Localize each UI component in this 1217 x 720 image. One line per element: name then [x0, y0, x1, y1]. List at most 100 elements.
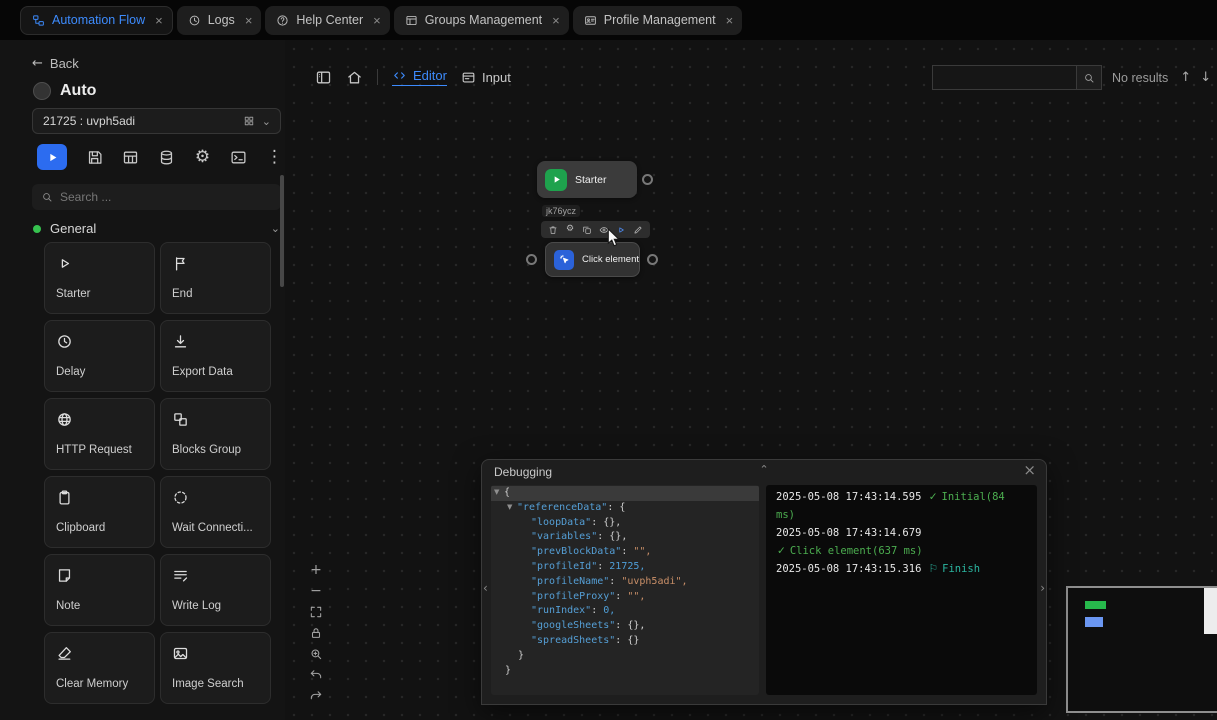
- close-icon[interactable]: ×: [1023, 463, 1036, 478]
- canvas-zoom-toolbar: +−: [308, 562, 324, 703]
- tab-help-center[interactable]: Help Center×: [265, 6, 389, 35]
- flow-title: Auto: [60, 82, 96, 100]
- check-icon: ✓: [929, 491, 938, 503]
- preview-page-strip: [1204, 588, 1217, 634]
- panel-resize-left-icon[interactable]: ‹: [483, 582, 488, 594]
- block-card-clear-memory[interactable]: Clear Memory: [44, 632, 155, 704]
- collapse-arrow-icon[interactable]: ▼: [507, 504, 517, 511]
- tab-logs[interactable]: Logs ×: [177, 6, 262, 35]
- zoom-in-button[interactable]: +: [308, 562, 324, 577]
- fit-view-button[interactable]: [308, 604, 324, 619]
- canvas-search-input[interactable]: [932, 65, 1077, 90]
- image-icon: [172, 645, 189, 662]
- search-button[interactable]: [1077, 65, 1102, 90]
- tab-label: Logs: [208, 13, 235, 27]
- block-search-input[interactable]: [60, 190, 272, 204]
- tab-editor[interactable]: Editor: [392, 68, 447, 86]
- copy-icon[interactable]: [582, 225, 592, 235]
- port-click-out[interactable]: [647, 254, 658, 265]
- port-starter-out[interactable]: [642, 174, 653, 185]
- profile-select[interactable]: 21725 : uvph5adi ⌄: [32, 108, 281, 134]
- block-card-clipboard[interactable]: Clipboard: [44, 476, 155, 548]
- run-button[interactable]: [37, 144, 67, 170]
- browser-preview[interactable]: [1066, 586, 1217, 713]
- sidebar-toggle-icon[interactable]: [315, 69, 332, 86]
- block-card-image-search[interactable]: Image Search: [160, 632, 271, 704]
- more-button[interactable]: ⋮: [266, 149, 283, 166]
- gear-icon[interactable]: ⚙: [565, 225, 575, 235]
- search-results-label: No results: [1112, 71, 1168, 85]
- tab-input[interactable]: Input: [461, 70, 511, 85]
- prev-result-icon[interactable]: ↑: [1180, 71, 1191, 84]
- flow-canvas[interactable]: Editor Input No results ↑ ↓ +− Starter j…: [285, 40, 1217, 720]
- sidebar-scrollbar[interactable]: [280, 175, 284, 287]
- table-button[interactable]: [122, 149, 139, 166]
- block-label: Blocks Group: [172, 444, 259, 456]
- zoom-search-icon: [309, 647, 323, 661]
- block-card-export-data[interactable]: Export Data: [160, 320, 271, 392]
- back-label: Back: [50, 56, 79, 71]
- tab-automation-flow[interactable]: Automation Flow×: [20, 6, 173, 35]
- search-icon: [1083, 72, 1095, 84]
- node-starter[interactable]: Starter: [537, 161, 637, 198]
- grid-icon: [243, 115, 255, 127]
- trash-icon[interactable]: [548, 225, 558, 235]
- lock-button[interactable]: [308, 625, 324, 640]
- settings-button[interactable]: ⚙: [194, 149, 211, 166]
- node-click-element[interactable]: Click element: [545, 242, 640, 277]
- json-line: "prevBlockData": "",: [491, 545, 759, 560]
- block-card-wait-connecti[interactable]: Wait Connecti...: [160, 476, 271, 548]
- tab-bar: Automation Flow×Logs×Help Center×Groups …: [0, 0, 1217, 40]
- eye-icon[interactable]: [599, 225, 609, 235]
- log-line: 2025-05-08 17:43:14.595 ✓Initial(84 ms): [776, 488, 1027, 524]
- block-card-http-request[interactable]: HTTP Request: [44, 398, 155, 470]
- tab-close-icon[interactable]: ×: [155, 13, 163, 28]
- block-label: Image Search: [172, 678, 259, 690]
- loader-icon: [172, 489, 189, 506]
- redo-button[interactable]: [308, 688, 324, 703]
- tab-close-icon[interactable]: ×: [552, 13, 560, 28]
- block-card-delay[interactable]: Delay: [44, 320, 155, 392]
- collapse-panel-icon[interactable]: ⌄: [759, 463, 768, 474]
- flow-actions-toolbar: ⚙⋮: [37, 144, 283, 170]
- block-card-note[interactable]: Note: [44, 554, 155, 626]
- collapse-arrow-icon[interactable]: ▼: [494, 489, 504, 496]
- tab-profile-management[interactable]: Profile Management×: [573, 6, 742, 35]
- database-button[interactable]: [158, 149, 175, 166]
- lock-icon: [309, 626, 323, 640]
- sidebar: ← Back Auto 21725 : uvph5adi ⌄ ⚙⋮ Genera…: [0, 40, 285, 720]
- section-general[interactable]: General ⌄: [33, 221, 280, 236]
- tab-close-icon[interactable]: ×: [245, 13, 253, 28]
- tab-close-icon[interactable]: ×: [373, 13, 381, 28]
- back-button[interactable]: ← Back: [32, 56, 79, 71]
- flow-title-row: Auto: [33, 82, 96, 100]
- pencil-icon[interactable]: [633, 225, 643, 235]
- block-card-end[interactable]: End: [160, 242, 271, 314]
- zoom-out-button[interactable]: −: [308, 583, 324, 598]
- avatar: [33, 82, 51, 100]
- undo-button[interactable]: [308, 667, 324, 682]
- block-card-blocks-group[interactable]: Blocks Group: [160, 398, 271, 470]
- save-button[interactable]: [86, 149, 103, 166]
- debug-log-console[interactable]: 2025-05-08 17:43:14.595 ✓Initial(84 ms)2…: [766, 485, 1037, 695]
- block-card-write-log[interactable]: Write Log: [160, 554, 271, 626]
- home-icon[interactable]: [346, 69, 363, 86]
- tab-close-icon[interactable]: ×: [726, 13, 734, 28]
- editor-label: Editor: [413, 68, 447, 83]
- block-label: Wait Connecti...: [172, 522, 259, 534]
- play-outline-icon[interactable]: [616, 225, 626, 235]
- help-icon: [276, 14, 289, 27]
- json-line: "variables": {},: [491, 530, 759, 545]
- next-result-icon[interactable]: ↓: [1200, 71, 1211, 84]
- zoom-reset-button[interactable]: [308, 646, 324, 661]
- terminal-button[interactable]: [230, 149, 247, 166]
- block-label: HTTP Request: [56, 444, 143, 456]
- panel-resize-right-icon[interactable]: ›: [1040, 582, 1045, 594]
- preview-element-green: [1085, 601, 1106, 609]
- debug-json-view[interactable]: ▼{▼"referenceData": {"loopData": {},"var…: [491, 485, 759, 695]
- tab-groups-management[interactable]: Groups Management×: [394, 6, 569, 35]
- debug-panel: Debugging ⌄ × ‹ › ▼{▼"referenceData": {"…: [481, 459, 1047, 705]
- history-icon: [188, 14, 201, 27]
- port-click-in[interactable]: [526, 254, 537, 265]
- block-card-starter[interactable]: Starter: [44, 242, 155, 314]
